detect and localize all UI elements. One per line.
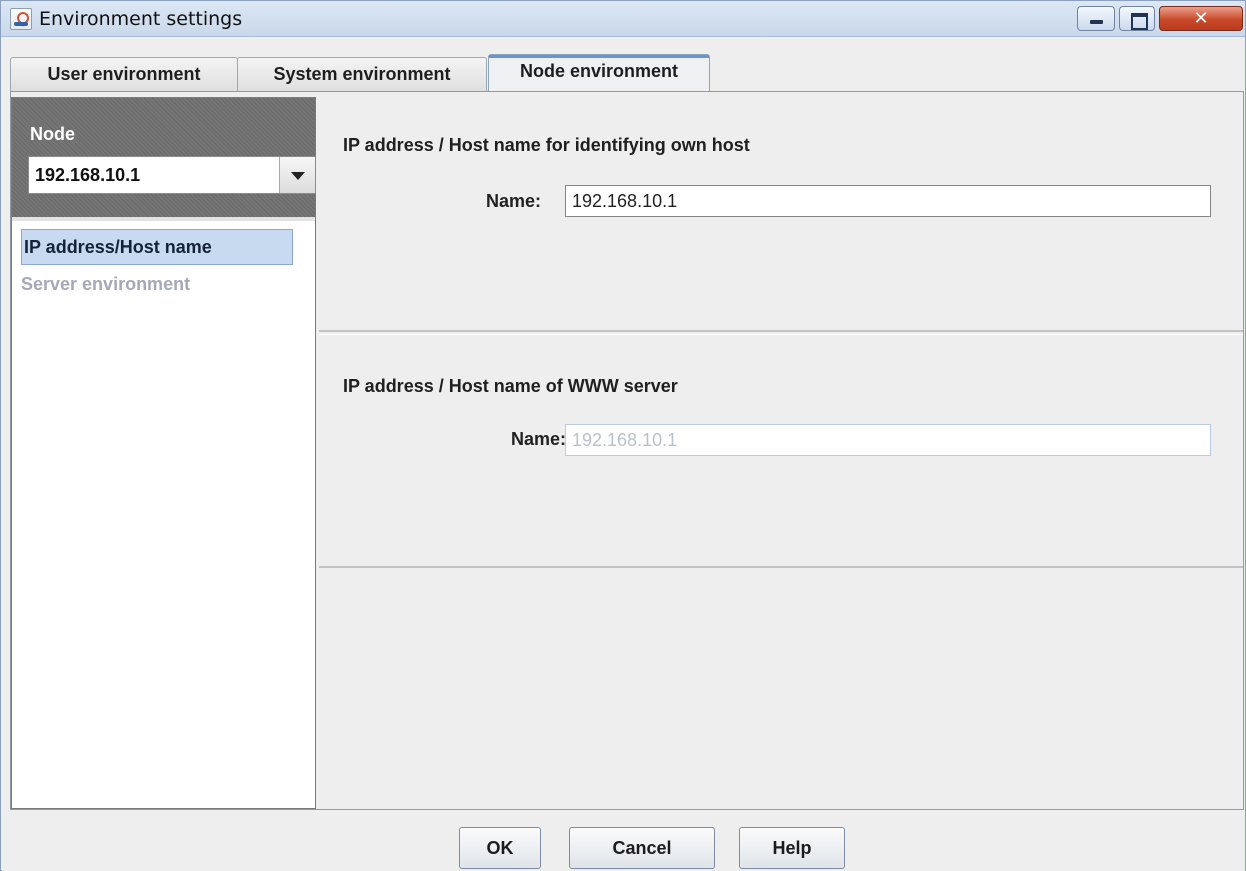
nav-item-server-environment[interactable]: Server environment: [21, 267, 293, 303]
window-title: Environment settings: [39, 8, 243, 30]
environment-settings-window: Environment settings ✕ User environment …: [0, 0, 1246, 871]
java-app-icon: [10, 8, 32, 30]
tab-system-environment[interactable]: System environment: [237, 57, 487, 91]
minimize-button[interactable]: [1077, 6, 1115, 31]
chevron-down-icon[interactable]: [279, 157, 315, 193]
node-label: Node: [30, 124, 75, 144]
close-button[interactable]: ✕: [1159, 6, 1243, 31]
www-server-section-title: IP address / Host name of WWW server: [343, 376, 678, 396]
left-panel: Node 192.168.10.1 IP address/Host name S…: [11, 97, 316, 809]
own-host-name-label: Name:: [486, 191, 542, 211]
ok-button[interactable]: OK: [459, 827, 541, 869]
cancel-button[interactable]: Cancel: [569, 827, 715, 869]
www-server-name-label: Name:: [511, 429, 567, 449]
nav-item-ip-address-host-name[interactable]: IP address/Host name: [21, 229, 293, 265]
tab-strip: User environment System environment Node…: [1, 37, 1245, 92]
title-bar[interactable]: Environment settings ✕: [1, 1, 1245, 37]
help-button[interactable]: Help: [739, 827, 845, 869]
settings-nav-list: IP address/Host name Server environment: [12, 217, 315, 808]
close-icon: ✕: [1193, 8, 1209, 29]
own-host-section-title: IP address / Host name for identifying o…: [343, 135, 750, 155]
node-header: Node 192.168.10.1: [12, 98, 316, 217]
own-host-name-input[interactable]: [565, 185, 1211, 217]
tab-user-environment[interactable]: User environment: [10, 57, 238, 91]
www-server-name-input: [565, 424, 1211, 456]
tab-node-environment[interactable]: Node environment: [488, 54, 710, 92]
button-bar: OK Cancel Help: [2, 811, 1245, 871]
own-host-section: IP address / Host name for identifying o…: [319, 97, 1243, 332]
www-server-section: IP address / Host name of WWW server Nam…: [319, 334, 1243, 568]
maximize-button[interactable]: [1119, 6, 1155, 31]
node-combobox[interactable]: 192.168.10.1: [28, 156, 316, 194]
node-combobox-value: 192.168.10.1: [35, 165, 141, 185]
